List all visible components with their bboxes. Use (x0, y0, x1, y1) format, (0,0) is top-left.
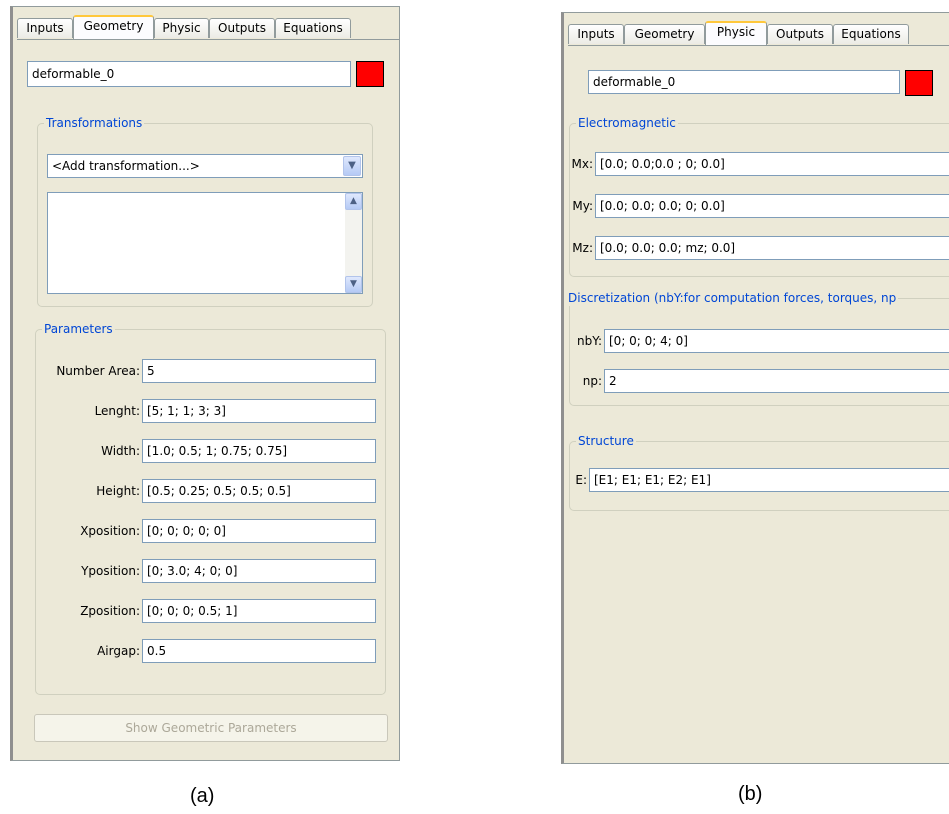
tab-underline (568, 45, 949, 46)
field-label: Mx: (571, 157, 594, 171)
param-label: Zposition: (80, 604, 140, 618)
tab-outputs[interactable]: Outputs (767, 24, 833, 44)
tab-physic[interactable]: Physic (154, 18, 209, 38)
yposition-input[interactable]: [0; 3.0; 4; 0; 0] (142, 559, 376, 583)
number-area-input[interactable]: 5 (142, 359, 376, 383)
object-name-input[interactable]: deformable_0 (27, 61, 351, 87)
caption-a: (a) (190, 785, 215, 807)
tab-outputs[interactable]: Outputs (209, 18, 275, 38)
caption-b: (b) (738, 783, 763, 805)
field-label: Mz: (572, 241, 593, 255)
tab-geometry[interactable]: Geometry (73, 15, 154, 39)
tab-inputs[interactable]: Inputs (17, 18, 73, 38)
field-label: E: (575, 473, 587, 487)
tab-equations[interactable]: Equations (833, 24, 909, 44)
transformations-title: Transformations (44, 115, 145, 131)
zposition-input[interactable]: [0; 0; 0; 0.5; 1] (142, 599, 376, 623)
structure-title: Structure (576, 433, 636, 449)
height-input[interactable]: [0.5; 0.25; 0.5; 0.5; 0.5] (142, 479, 376, 503)
structure-group: Structure E: [E1; E1; E1; E2; E1] (569, 433, 949, 511)
transformations-list[interactable]: ▲ ▼ (47, 192, 363, 294)
transformations-group: Transformations <Add transformation...> … (37, 115, 373, 307)
transformation-select[interactable]: <Add transformation...> ▼ (47, 154, 363, 178)
lenght-input[interactable]: [5; 1; 1; 3; 3] (142, 399, 376, 423)
field-label: My: (572, 199, 593, 213)
chevron-down-icon[interactable]: ▼ (343, 156, 361, 176)
show-geometric-parameters-button[interactable]: Show Geometric Parameters (34, 714, 388, 742)
param-label: Yposition: (81, 564, 140, 578)
nby-input[interactable]: [0; 0; 0; 4; 0] (604, 329, 949, 353)
tab-bar: Inputs Geometry Physic Outputs Equations (17, 15, 399, 39)
transformation-select-value: <Add transformation...> (52, 159, 200, 173)
list-scrollbar[interactable]: ▲ ▼ (345, 193, 362, 293)
param-label: Lenght: (94, 404, 140, 418)
color-swatch-button[interactable] (905, 70, 933, 96)
my-input[interactable]: [0.0; 0.0; 0.0; 0; 0.0] (595, 194, 949, 218)
color-swatch-button[interactable] (356, 61, 384, 87)
scroll-down-icon[interactable]: ▼ (345, 276, 362, 293)
parameters-title: Parameters (42, 321, 115, 337)
tab-geometry[interactable]: Geometry (624, 24, 705, 44)
tab-underline (17, 39, 399, 40)
discretization-title: Discretization (nbY:for computation forc… (566, 290, 899, 306)
electromagnetic-group: Electromagnetic Mx: [0.0; 0.0;0.0 ; 0; 0… (569, 115, 949, 277)
param-label: Xposition: (80, 524, 140, 538)
physic-panel: Inputs Geometry Physic Outputs Equations… (561, 12, 949, 764)
tab-equations[interactable]: Equations (275, 18, 351, 38)
e-input[interactable]: [E1; E1; E1; E2; E1] (589, 468, 949, 492)
geometry-panel: Inputs Geometry Physic Outputs Equations… (10, 6, 400, 761)
airgap-input[interactable]: 0.5 (142, 639, 376, 663)
tab-bar: Inputs Geometry Physic Outputs Equations (568, 21, 949, 45)
xposition-input[interactable]: [0; 0; 0; 0; 0] (142, 519, 376, 543)
param-label: Number Area: (56, 364, 140, 378)
tab-physic[interactable]: Physic (705, 21, 767, 45)
param-label: Height: (96, 484, 140, 498)
mx-input[interactable]: [0.0; 0.0;0.0 ; 0; 0.0] (595, 152, 949, 176)
tab-inputs[interactable]: Inputs (568, 24, 624, 44)
mz-input[interactable]: [0.0; 0.0; 0.0; mz; 0.0] (595, 236, 949, 260)
param-label: Airgap: (97, 644, 140, 658)
param-label: Width: (101, 444, 140, 458)
object-name-input[interactable]: deformable_0 (588, 70, 900, 94)
field-label: nbY: (576, 334, 602, 348)
parameters-group: Parameters Number Area: 5 Lenght: [5; 1;… (35, 321, 386, 695)
np-input[interactable]: 2 (604, 369, 949, 393)
scroll-up-icon[interactable]: ▲ (345, 193, 362, 210)
discretization-group: Discretization (nbY:for computation forc… (566, 290, 949, 406)
electromagnetic-title: Electromagnetic (576, 115, 678, 131)
field-label: np: (582, 374, 602, 388)
width-input[interactable]: [1.0; 0.5; 1; 0.75; 0.75] (142, 439, 376, 463)
